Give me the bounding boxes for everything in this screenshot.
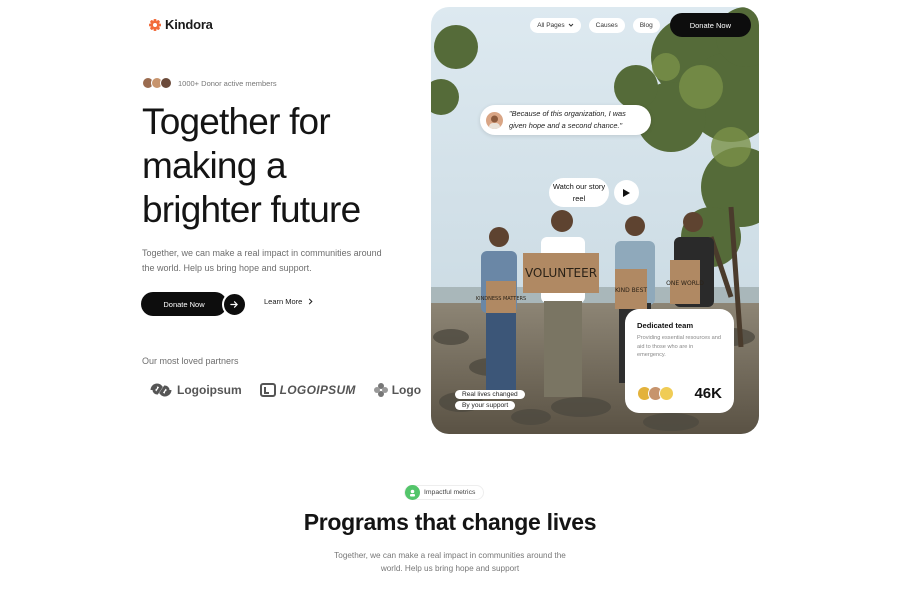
partner-logo: Logoipsum <box>149 383 242 397</box>
chevron-right-icon <box>309 298 313 305</box>
team-count: 46K <box>694 385 722 402</box>
story-reel-label: Watch our story reel <box>549 178 609 207</box>
play-icon <box>623 188 630 197</box>
hero-subtitle: Together, we can make a real impact in c… <box>142 248 382 273</box>
partner-logo: LOGOIPSUM <box>259 383 356 397</box>
learn-more-label: Learn More <box>264 297 303 306</box>
hero-title: Together for making a brighter future <box>142 100 412 232</box>
partner-name: Logoipsum <box>391 383 421 397</box>
play-button[interactable] <box>614 180 639 205</box>
nav-blog[interactable]: Blog <box>632 17 660 33</box>
brand-logo[interactable]: Kindora <box>149 17 213 32</box>
sign-kind-best: KIND BEST <box>615 287 647 294</box>
team-stats: 46K <box>637 385 722 402</box>
partner-logo: Logoipsum <box>373 383 421 397</box>
learn-more-link[interactable]: Learn More <box>264 297 313 306</box>
chevron-down-icon <box>568 23 574 27</box>
arrow-right-icon <box>230 301 238 308</box>
testimonial-bubble: "Because of this organization, I was giv… <box>480 105 651 135</box>
team-avatars <box>637 386 674 401</box>
team-title: Dedicated team <box>637 321 694 330</box>
nav-causes[interactable]: Causes <box>588 17 625 33</box>
logoipsum-square-icon <box>259 383 276 397</box>
partner-name: LOGOIPSUM <box>279 383 356 397</box>
sign-kindness: KINDNESS MATTERS <box>476 296 526 302</box>
impactful-metrics-badge: Impactful metrics <box>404 485 485 500</box>
logoipsum-mark-icon <box>150 383 172 397</box>
partners-label: Our most loved partners <box>142 356 239 366</box>
top-nav: All Pages Causes Blog Donate Now <box>530 13 751 37</box>
team-description: Providing essential resources and aid to… <box>637 335 721 358</box>
avatar <box>486 111 503 129</box>
partner-name: Logoipsum <box>177 383 242 397</box>
metric-badge-label: Impactful metrics <box>424 489 476 496</box>
brand-name: Kindora <box>165 17 213 32</box>
nav-all-pages[interactable]: All Pages <box>530 17 581 33</box>
logo-mark-icon <box>149 18 161 31</box>
lives-line: By your support <box>455 401 516 410</box>
partner-logos: Logoipsum LOGOIPSUM Logoipsum <box>149 380 421 400</box>
nav-donate-button[interactable]: Donate Now <box>669 13 751 37</box>
metric-icon <box>405 485 420 500</box>
programs-title: Programs that change lives <box>303 509 597 535</box>
sign-one-world: ONE WORLD <box>666 280 704 287</box>
sign-volunteer: VOLUNTEER <box>525 266 597 280</box>
testimonial-text: "Because of this organization, I was giv… <box>509 109 626 130</box>
dedicated-team-card: Dedicated team Providing essential resou… <box>625 309 734 413</box>
logoipsum-flower-icon <box>373 383 388 397</box>
nav-label: All Pages <box>537 21 565 29</box>
members-text: 1000+ Donor active members <box>178 78 277 88</box>
hero-title-line: brighter future <box>142 189 361 230</box>
lives-changed-caption: Real lives changed By your support <box>455 390 525 410</box>
avatar <box>659 386 674 401</box>
member-avatars <box>142 77 172 89</box>
programs-subtitle: Together, we can make a real impact in c… <box>334 551 566 573</box>
avatar <box>160 77 172 89</box>
donate-now-button[interactable]: Donate Now <box>141 292 227 316</box>
members-indicator: 1000+ Donor active members <box>142 77 277 89</box>
donate-arrow-button[interactable] <box>222 292 247 317</box>
hero-image-card: VOLUNTEER KINDNESS MATTERS KIND BEST ONE… <box>431 7 759 434</box>
hero-title-line: Together for <box>142 101 331 142</box>
lives-line: Real lives changed <box>455 390 525 399</box>
hero-title-line: making a <box>142 145 287 186</box>
